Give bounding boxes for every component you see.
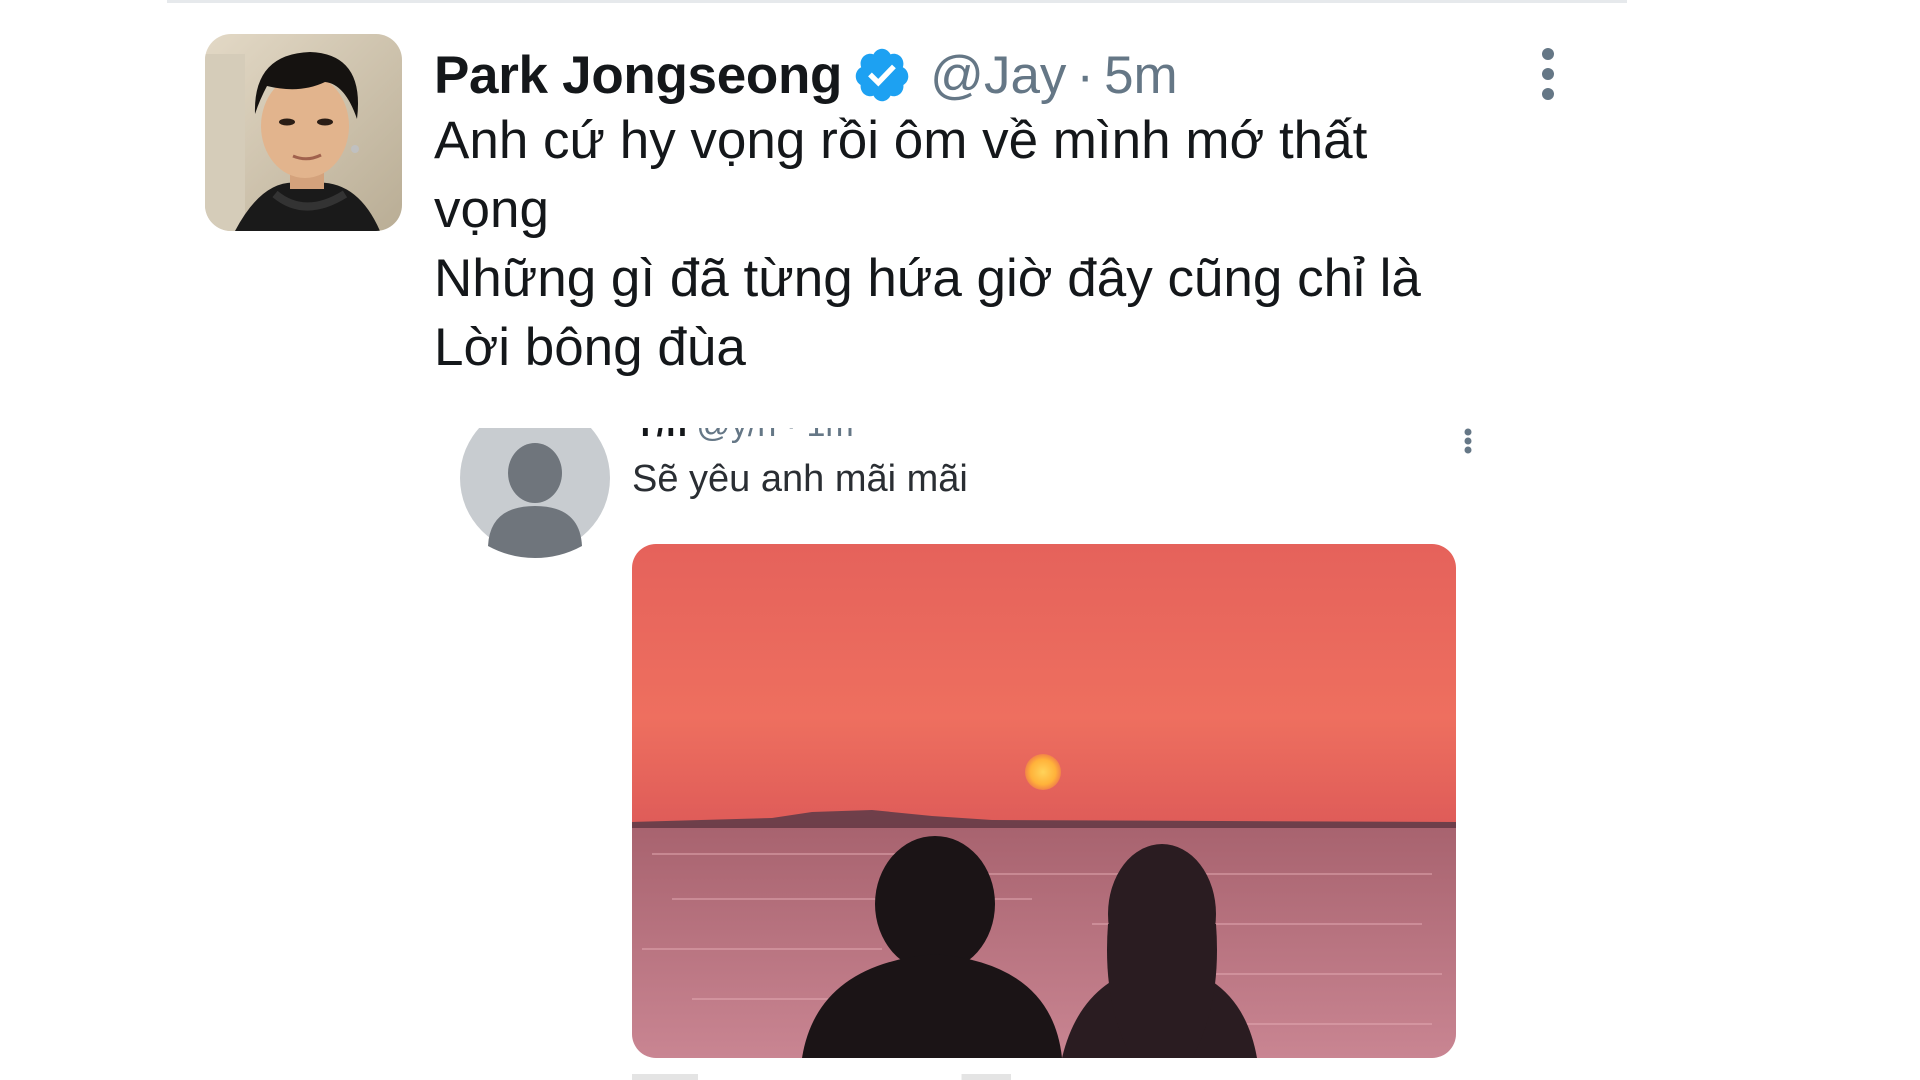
- tweet-text-line: Anh cứ hy vọng rồi ôm về mình mớ thất: [434, 111, 1368, 170]
- avatar[interactable]: [205, 34, 402, 231]
- handle[interactable]: @Jay: [930, 45, 1066, 106]
- divider: [167, 0, 1627, 3]
- tweet-text-line: Lời bông đùa: [434, 318, 746, 377]
- quoted-meta: @y/n · 1m: [696, 428, 853, 444]
- tweet-header: Park Jongseong @Jay · 5m: [434, 40, 1178, 110]
- default-avatar-icon: [460, 428, 610, 558]
- sunset-photo: [632, 544, 1456, 1058]
- timestamp[interactable]: 5m: [1104, 45, 1178, 106]
- quoted-text: Sẽ yêu anh mãi mãi: [632, 458, 968, 500]
- attached-image[interactable]: Y/n @y/n · 1m Sẽ yêu anh mãi mãi: [434, 428, 1514, 1080]
- tweet-text-line: Những gì đã từng hứa giờ đây cũng chỉ là: [434, 249, 1421, 308]
- display-name[interactable]: Park Jongseong: [434, 45, 842, 106]
- tweet-text: Anh cứ hy vọng rồi ôm về mình mớ thất vọ…: [434, 106, 1574, 382]
- quoted-name: Y/n: [634, 428, 687, 444]
- verified-icon: [852, 45, 912, 105]
- more-options-icon[interactable]: [1528, 46, 1568, 102]
- quoted-header: Y/n @y/n · 1m: [634, 428, 854, 446]
- tweet-screenshot: Park Jongseong @Jay · 5m Anh cứ hy vọng …: [0, 0, 1920, 1080]
- tweet-text-line: vọng: [434, 180, 549, 239]
- quoted-more-icon: [1458, 428, 1478, 458]
- cropped-row: [632, 1074, 1456, 1080]
- separator-dot: ·: [1076, 45, 1095, 105]
